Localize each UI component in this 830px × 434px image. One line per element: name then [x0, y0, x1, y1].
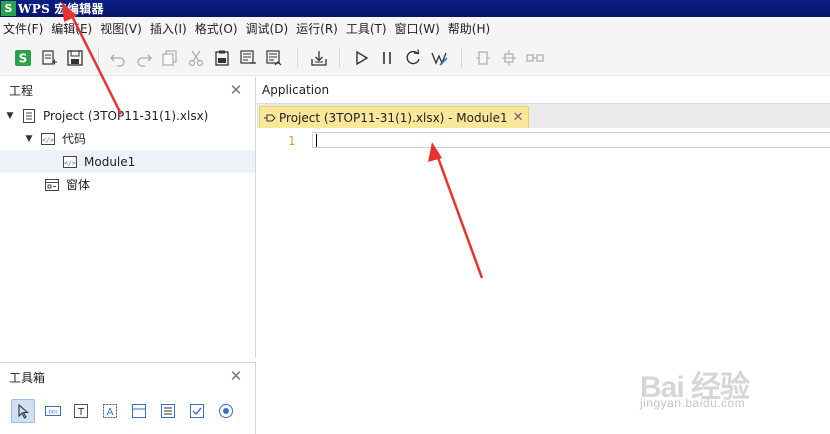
toolbar: S	[0, 40, 830, 76]
pause-icon[interactable]	[377, 48, 397, 68]
step-into-icon[interactable]	[473, 48, 493, 68]
wps-s-icon[interactable]: S	[13, 48, 33, 68]
textbox-icon[interactable]: T	[69, 399, 93, 423]
redo-icon[interactable]	[134, 48, 154, 68]
svg-text:</>: </>	[64, 159, 76, 167]
text-cursor	[316, 134, 317, 147]
tree-label-forms: 窗体	[66, 178, 91, 192]
menu-view[interactable]: 视图(V)	[96, 20, 146, 37]
button-icon[interactable]: btn	[41, 399, 65, 423]
tree-item-forms[interactable]: 窗体	[0, 173, 255, 196]
pin-icon	[264, 114, 276, 121]
frame-icon[interactable]	[127, 399, 151, 423]
listbox-icon[interactable]	[156, 399, 180, 423]
project-icon	[21, 108, 37, 124]
tab-label: Project (3TOP11-31(1).xlsx) - Module1	[279, 110, 508, 125]
menu-file[interactable]: 文件(F)	[0, 20, 47, 37]
replace-icon[interactable]	[264, 48, 284, 68]
menu-insert[interactable]: 插入(I)	[146, 20, 191, 37]
project-panel-title: 工程	[9, 84, 34, 98]
svg-text:A: A	[107, 407, 114, 418]
reset-icon[interactable]	[403, 48, 423, 68]
svg-text:</>: </>	[42, 136, 54, 144]
tree-item-code[interactable]: ▼ </> 代码	[0, 127, 255, 150]
pointer-icon[interactable]	[11, 399, 35, 423]
menu-debug[interactable]: 调试(D)	[242, 20, 293, 37]
menu-tools[interactable]: 工具(T)	[342, 20, 391, 37]
close-icon[interactable]: ✕	[229, 83, 243, 98]
save-icon[interactable]	[65, 48, 85, 68]
project-panel: 工程 ✕ ▼ Project (3TOP11-31(1).xlsx) ▼ </>…	[0, 77, 256, 358]
title-bar: S WPS 宏编辑器	[0, 0, 830, 17]
import-icon[interactable]	[309, 48, 329, 68]
close-icon[interactable]: ✕	[513, 110, 524, 125]
copy-icon[interactable]	[160, 48, 180, 68]
label-icon[interactable]: A	[98, 399, 122, 423]
menu-window[interactable]: 窗口(W)	[391, 20, 444, 37]
object-selector[interactable]: Application	[257, 77, 830, 104]
run-icon[interactable]	[351, 48, 371, 68]
editor-tabstrip: Project (3TOP11-31(1).xlsx) - Module1 ✕	[257, 104, 830, 128]
watermark: Bai 经验 jingyan.baidu.com	[640, 362, 830, 414]
svg-text:T: T	[77, 407, 85, 418]
new-module-icon[interactable]	[39, 48, 59, 68]
close-icon[interactable]: ✕	[229, 369, 243, 384]
menu-run[interactable]: 运行(R)	[292, 20, 342, 37]
toolbox-panel: 工具箱 ✕ btn T A	[0, 362, 256, 434]
tab-module1[interactable]: Project (3TOP11-31(1).xlsx) - Module1 ✕	[259, 106, 529, 128]
toolbox-panel-title: 工具箱	[9, 370, 46, 385]
caret-down-icon[interactable]: ▼	[24, 134, 34, 144]
step-over-icon[interactable]	[499, 48, 519, 68]
menu-edit[interactable]: 编辑(E)	[47, 20, 96, 37]
form-folder-icon	[44, 177, 60, 193]
tree-label-code: 代码	[62, 132, 87, 146]
menu-bar: 文件(F) 编辑(E) 视图(V) 插入(I) 格式(O) 调试(D) 运行(R…	[0, 17, 830, 40]
step-out-icon[interactable]	[525, 48, 545, 68]
toolbox-panel-header: 工具箱 ✕	[0, 363, 255, 391]
tree-label-module1: Module1	[84, 154, 136, 169]
module-icon: </>	[62, 154, 78, 170]
tree-label-project: Project (3TOP11-31(1).xlsx)	[43, 108, 209, 123]
svg-text:btn: btn	[48, 410, 58, 416]
line-number: 1	[288, 134, 296, 148]
object-selector-label: Application	[262, 83, 330, 97]
undo-icon[interactable]	[108, 48, 128, 68]
tree-item-project[interactable]: ▼ Project (3TOP11-31(1).xlsx)	[0, 104, 255, 127]
find-icon[interactable]	[238, 48, 258, 68]
code-folder-icon: </>	[40, 131, 56, 147]
checkbox-icon[interactable]	[185, 399, 209, 423]
project-panel-header: 工程 ✕	[0, 77, 255, 104]
cut-icon[interactable]	[186, 48, 206, 68]
caret-down-icon[interactable]: ▼	[5, 111, 15, 121]
radio-icon[interactable]	[214, 399, 238, 423]
code-line[interactable]	[312, 132, 830, 148]
paste-icon[interactable]	[212, 48, 232, 68]
watermark-url: jingyan.baidu.com	[640, 396, 746, 410]
menu-format[interactable]: 格式(O)	[191, 20, 242, 37]
tree-item-module1[interactable]: </> Module1	[0, 150, 255, 173]
design-mode-icon[interactable]	[429, 48, 449, 68]
wps-logo-icon: S	[1, 1, 16, 16]
window-title: WPS 宏编辑器	[18, 2, 104, 16]
menu-help[interactable]: 帮助(H)	[444, 20, 494, 37]
svg-text:S: S	[19, 52, 28, 66]
